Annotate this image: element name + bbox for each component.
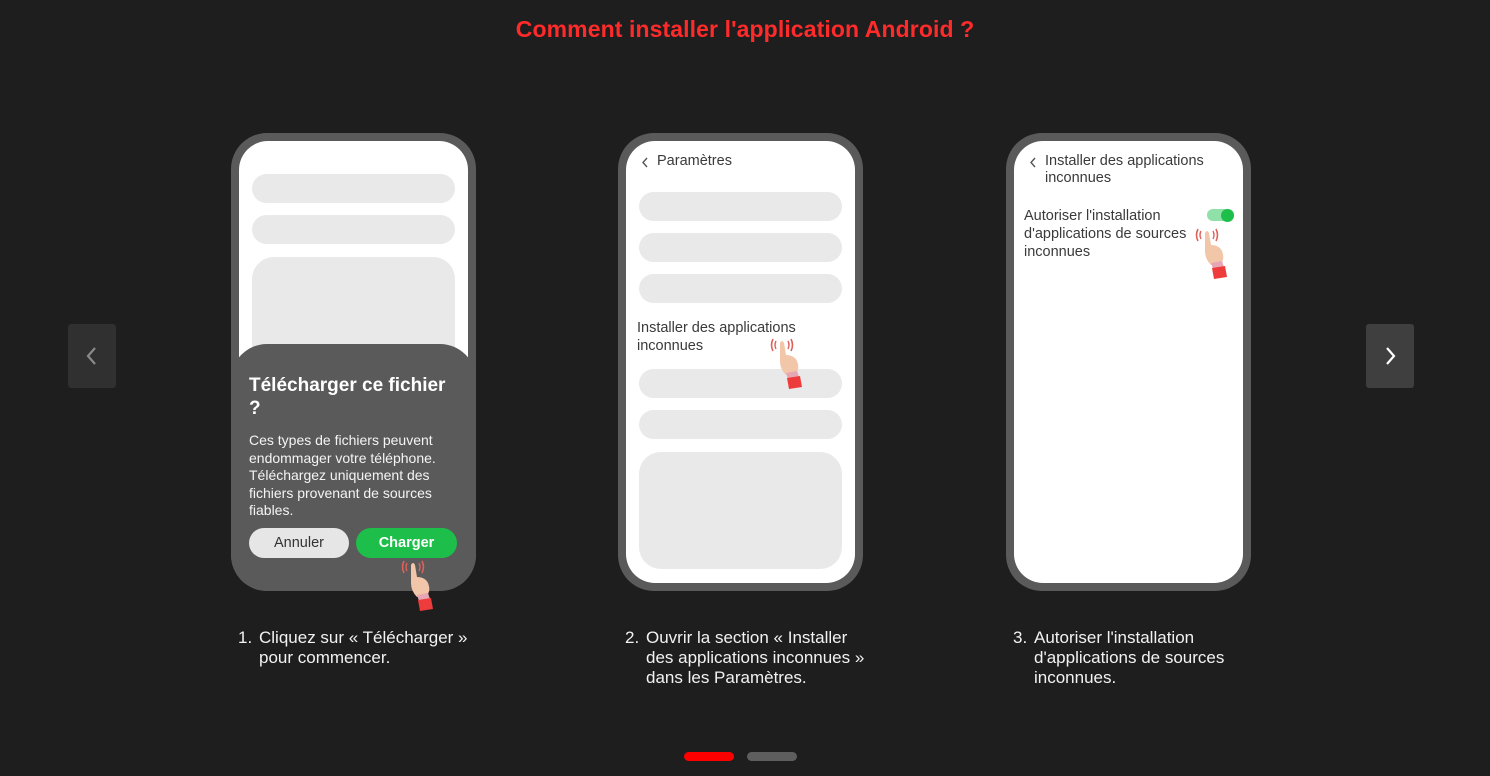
back-chevron-icon [642, 157, 648, 168]
chevron-right-icon [1386, 347, 1396, 365]
page-title: Comment installer l'application Android … [515, 16, 975, 42]
placeholder-bar [639, 233, 842, 262]
step-text: Cliquez sur « Télécharger » pour commenc… [259, 628, 468, 667]
dialog-title: Télécharger ce fichier ? [249, 375, 446, 419]
step-card-2: Paramètres Installer des applications in… [618, 133, 864, 687]
cancel-button[interactable]: Annuler [249, 528, 349, 558]
pagination-dot-1[interactable] [684, 752, 734, 761]
tap-hand-icon [1193, 225, 1233, 287]
back-chevron-icon [1030, 157, 1036, 168]
pagination-dot-2[interactable] [747, 752, 797, 761]
step-number: 2. [625, 628, 640, 647]
step-text: Ouvrir la section « Installer des applic… [646, 628, 865, 687]
allow-unknown-sources-toggle[interactable] [1207, 208, 1234, 222]
step-caption: 2. Ouvrir la section « Installer des app… [625, 628, 865, 688]
phone-mockup: Paramètres Installer des applications in… [618, 133, 863, 591]
placeholder-bar [252, 215, 455, 244]
settings-title: Installer des applications inconnues [1045, 153, 1204, 186]
install-guide-page: Comment installer l'application Android … [0, 0, 1490, 776]
chevron-left-icon [86, 347, 96, 365]
tap-hand-icon [768, 335, 808, 397]
phone-screen: Paramètres Installer des applications in… [626, 141, 855, 583]
carousel-next-button[interactable] [1366, 324, 1414, 388]
step-number: 1. [238, 628, 253, 647]
tap-hand-icon [399, 551, 439, 613]
settings-header: Installer des applications inconnues [1028, 153, 1233, 187]
toggle-knob [1221, 208, 1234, 222]
placeholder-bar [639, 369, 842, 398]
settings-title: Paramètres [657, 153, 732, 169]
placeholder-bar [639, 274, 842, 303]
phone-mockup: Installer des applications inconnues Aut… [1006, 133, 1251, 591]
phone-mockup: Télécharger ce fichier ? Ces types de fi… [231, 133, 476, 611]
step-caption: 1. Cliquez sur « Télécharger » pour comm… [238, 628, 478, 668]
placeholder-block [639, 452, 842, 569]
step-number: 3. [1013, 628, 1028, 647]
settings-header: Paramètres [640, 153, 845, 170]
carousel-pagination [684, 752, 797, 761]
placeholder-bar [639, 410, 842, 439]
placeholder-bar [252, 174, 455, 203]
placeholder-bar [639, 192, 842, 221]
phone-screen: Installer des applications inconnues Aut… [1014, 141, 1243, 583]
step-card-1: Télécharger ce fichier ? Ces types de fi… [231, 133, 476, 667]
allow-unknown-sources-label: Autoriser l'installation d'applications … [1024, 208, 1187, 260]
dialog-message: Ces types de fichiers peuvent endommager… [249, 432, 436, 518]
step-card-3: Installer des applications inconnues Aut… [1006, 133, 1251, 687]
carousel-prev-button[interactable] [68, 324, 116, 388]
step-caption: 3. Autoriser l'installation d'applicatio… [1013, 628, 1253, 688]
download-dialog: Télécharger ce fichier ? Ces types de fi… [231, 344, 476, 591]
step-text: Autoriser l'installation d'applications … [1034, 628, 1225, 687]
